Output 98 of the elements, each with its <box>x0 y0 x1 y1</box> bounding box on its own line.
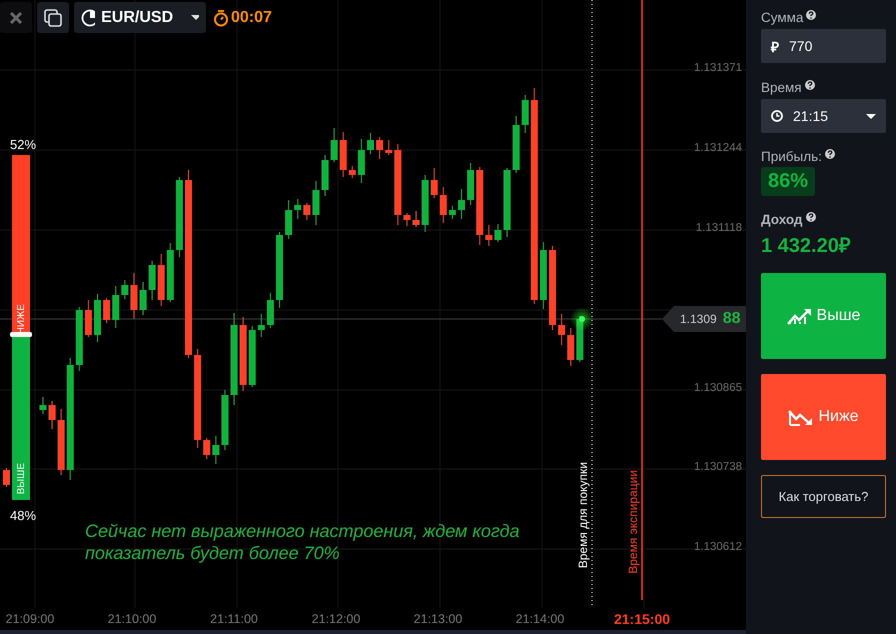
candle <box>322 154 328 196</box>
candle <box>158 254 165 306</box>
help-icon <box>806 212 816 222</box>
candle <box>422 174 429 232</box>
candle <box>494 224 502 242</box>
current-price-dot <box>570 307 594 331</box>
price-axis-label: 1.131244 <box>694 142 742 154</box>
layers-icon <box>44 8 62 26</box>
candle <box>303 202 310 220</box>
candle <box>212 436 220 464</box>
help-icon <box>806 10 816 20</box>
profit-badge: 86% <box>761 167 816 196</box>
candle <box>540 242 547 310</box>
chart-down-icon <box>788 408 814 426</box>
income-label: Доход <box>761 212 803 227</box>
candle <box>58 408 65 476</box>
price-axis-label: 1.130738 <box>694 461 742 473</box>
expiry-time-caption: Время экспирации <box>626 470 640 574</box>
candle <box>148 260 156 300</box>
candle <box>412 210 420 228</box>
candle <box>121 280 128 300</box>
candle <box>203 438 210 460</box>
candle <box>440 186 447 224</box>
candle <box>294 198 302 220</box>
sentiment-message: Сейчас нет выраженного настроения, ждем когда показатель будет более 70% <box>85 520 521 564</box>
time-axis-label: 21:09:00 <box>6 612 54 626</box>
candle <box>567 328 574 366</box>
caret-icon <box>191 14 199 20</box>
price-digits: 88 <box>722 310 740 328</box>
candle <box>504 168 510 238</box>
candle <box>340 132 347 178</box>
countdown-timer: 00:07 <box>231 8 272 26</box>
candle <box>84 300 92 338</box>
price-axis-label: 1.131118 <box>696 222 742 234</box>
candle <box>140 282 146 316</box>
candle <box>312 180 320 226</box>
layers-button[interactable] <box>37 2 69 33</box>
candle <box>221 390 228 450</box>
candle <box>3 468 10 488</box>
profit-label: Прибыль: <box>761 149 822 164</box>
candle <box>448 206 456 220</box>
candle <box>430 168 438 198</box>
caret-icon <box>866 114 876 118</box>
pie-chart-icon <box>81 8 96 26</box>
chart-up-icon <box>786 307 813 325</box>
stopwatch-icon <box>213 8 229 26</box>
candle <box>485 224 492 246</box>
candle <box>103 298 110 324</box>
expiry-time-label: 21:15:00 <box>614 611 670 627</box>
clock-icon <box>771 110 783 122</box>
sentiment-handle <box>10 332 32 338</box>
up-percent: 48% <box>10 508 36 523</box>
amount-field[interactable]: ₽ 770 <box>761 29 886 63</box>
candle <box>458 188 465 220</box>
time-axis-label: 21:10:00 <box>108 612 156 626</box>
candle <box>112 286 120 328</box>
time-axis-label: 21:14:00 <box>516 612 564 626</box>
amount-label: Сумма <box>761 10 804 25</box>
how-to-trade-button[interactable]: Как торговать? <box>761 475 886 518</box>
candle <box>467 162 474 206</box>
time-label: Время <box>761 80 802 95</box>
close-button[interactable] <box>0 2 32 33</box>
candle <box>39 396 46 414</box>
purchase-time-label: Время для покупки <box>576 462 590 568</box>
candle <box>285 200 292 240</box>
candle <box>512 116 520 174</box>
candle <box>48 400 56 430</box>
candle <box>385 140 392 156</box>
pair-dropdown[interactable]: EUR/USD <box>74 2 206 33</box>
price-axis-label: 1.131371 <box>694 62 742 74</box>
candle <box>166 242 174 302</box>
price-axis-label: 1.130612 <box>694 541 742 553</box>
candle <box>94 294 101 342</box>
time-axis-label: 21:13:00 <box>414 612 462 626</box>
candle <box>403 212 410 226</box>
price-value: 1.1309 <box>680 312 717 326</box>
time-axis-label: 21:11:00 <box>210 612 258 626</box>
price-axis-label: 1.130865 <box>694 382 742 394</box>
candle <box>522 94 529 134</box>
time-axis-label: 21:12:00 <box>312 612 360 626</box>
candle <box>348 166 356 178</box>
help-icon <box>824 149 835 159</box>
down-percent: 52% <box>10 137 36 152</box>
close-icon <box>10 12 22 24</box>
candle <box>130 272 138 320</box>
candle <box>376 136 384 160</box>
candle <box>330 128 338 162</box>
candle <box>558 314 566 346</box>
time-select[interactable]: 21:15 <box>761 99 886 133</box>
candle <box>266 292 274 328</box>
candle <box>358 138 365 184</box>
candle <box>367 132 374 154</box>
candle <box>76 306 83 372</box>
income-value: 1 432.20₽ <box>761 234 852 258</box>
help-icon <box>804 80 815 90</box>
candle <box>258 314 265 338</box>
up-label: ВЫШЕ <box>16 462 26 494</box>
candle <box>248 326 256 388</box>
